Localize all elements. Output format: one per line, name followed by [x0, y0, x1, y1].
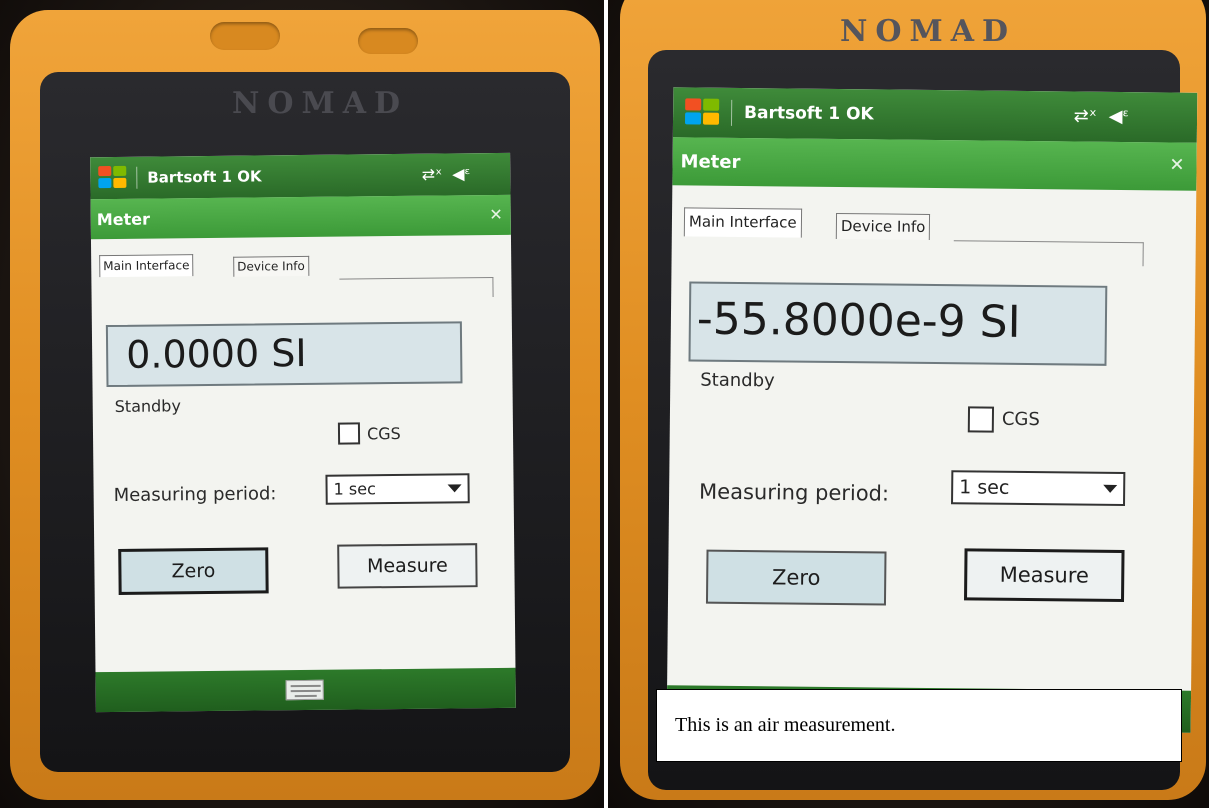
period-value: 1 sec: [959, 476, 1010, 499]
status-icons: ⇄ˣ ◀ᵋ: [1074, 105, 1130, 127]
cgs-checkbox[interactable]: [967, 406, 995, 433]
status-separator: [730, 99, 733, 126]
zero-button[interactable]: Zero: [118, 547, 269, 595]
status-icons: ⇄ˣ ◀ᵋ: [422, 164, 471, 184]
left-bottom-bar: [95, 667, 516, 713]
left-device-photo: NOMAD Bartsoft 1 OK ⇄ˣ ◀ᵋ Meter ✕ Main I…: [0, 0, 604, 808]
right-device-photo: NOMAD Bartsoft 1 OK ⇄ˣ ◀ᵋ Meter ✕ Main I…: [608, 0, 1209, 808]
tab-strip-line: [339, 276, 494, 280]
right-screen: Bartsoft 1 OK ⇄ˣ ◀ᵋ Meter ✕ Main Interfa…: [666, 87, 1198, 733]
tab-strip-line: [953, 240, 1144, 244]
left-brand-label: NOMAD: [232, 86, 409, 121]
tab-main-interface[interactable]: Main Interface: [683, 207, 802, 238]
tab-label: Device Info: [237, 258, 305, 274]
window-title: Meter: [680, 150, 741, 173]
tab-panel-edge: [1142, 242, 1144, 267]
caption-box: This is an air measurement.: [656, 689, 1182, 762]
right-title-bar: Meter ✕: [672, 137, 1197, 191]
status-title: Bartsoft 1 OK: [743, 103, 874, 125]
measuring-period-select[interactable]: 1 sec: [325, 473, 470, 505]
tab-label: Main Interface: [688, 212, 797, 232]
reading-value: -55.8000e-9 SI: [696, 293, 1021, 348]
tab-label: Device Info: [840, 217, 926, 236]
left-case-slot-left: [210, 22, 280, 50]
left-screen: Bartsoft 1 OK ⇄ˣ ◀ᵋ Meter ✕ Main Interfa…: [90, 152, 516, 713]
status-text: Standby: [114, 396, 181, 416]
left-title-bar: Meter ✕: [90, 194, 511, 240]
connectivity-icon[interactable]: ⇄ˣ: [1074, 105, 1097, 126]
caption-text: This is an air measurement.: [675, 714, 896, 736]
close-icon[interactable]: ✕: [1169, 154, 1184, 175]
tab-device-info[interactable]: Device Info: [233, 255, 309, 277]
speaker-icon[interactable]: ◀ᵋ: [452, 164, 470, 183]
tab-main-interface[interactable]: Main Interface: [99, 254, 194, 278]
dropdown-arrow-icon: [447, 484, 462, 493]
measuring-period-label: Measuring period:: [113, 483, 277, 506]
measurement-readout: 0.0000 SI: [105, 321, 463, 388]
measure-button[interactable]: Measure: [337, 543, 478, 589]
status-text: Standby: [700, 369, 775, 392]
window-title: Meter: [96, 209, 151, 229]
measure-button[interactable]: Measure: [964, 548, 1125, 603]
zero-button[interactable]: Zero: [705, 549, 887, 606]
speaker-icon[interactable]: ◀ᵋ: [1109, 106, 1130, 127]
dropdown-arrow-icon: [1103, 484, 1118, 493]
zero-button-label: Zero: [171, 559, 216, 583]
measure-button-label: Measure: [999, 562, 1090, 588]
left-case-slot-right: [358, 28, 418, 54]
zero-button-label: Zero: [771, 565, 821, 590]
tab-device-info[interactable]: Device Info: [835, 212, 931, 240]
windows-logo-icon[interactable]: [98, 165, 128, 190]
measuring-period-label: Measuring period:: [699, 479, 890, 506]
period-value: 1 sec: [333, 479, 376, 499]
status-separator: [136, 166, 138, 189]
measurement-readout: -55.8000e-9 SI: [688, 281, 1108, 366]
cgs-label: CGS: [1001, 408, 1040, 431]
left-status-bar: Bartsoft 1 OK ⇄ˣ ◀ᵋ: [90, 152, 511, 200]
cgs-label: CGS: [366, 423, 401, 444]
keyboard-icon[interactable]: [285, 679, 324, 701]
measuring-period-select[interactable]: 1 sec: [951, 470, 1126, 507]
status-title: Bartsoft 1 OK: [147, 167, 262, 187]
close-icon[interactable]: ✕: [489, 205, 503, 224]
windows-logo-icon[interactable]: [684, 98, 721, 126]
tab-label: Main Interface: [103, 258, 190, 274]
measure-button-label: Measure: [366, 554, 448, 578]
reading-value: 0.0000 SI: [125, 330, 307, 377]
right-status-bar: Bartsoft 1 OK ⇄ˣ ◀ᵋ: [672, 87, 1198, 143]
right-brand-label: NOMAD: [840, 14, 1017, 49]
tab-panel-edge: [492, 276, 494, 298]
cgs-checkbox[interactable]: [337, 422, 361, 445]
connectivity-icon[interactable]: ⇄ˣ: [422, 165, 443, 184]
